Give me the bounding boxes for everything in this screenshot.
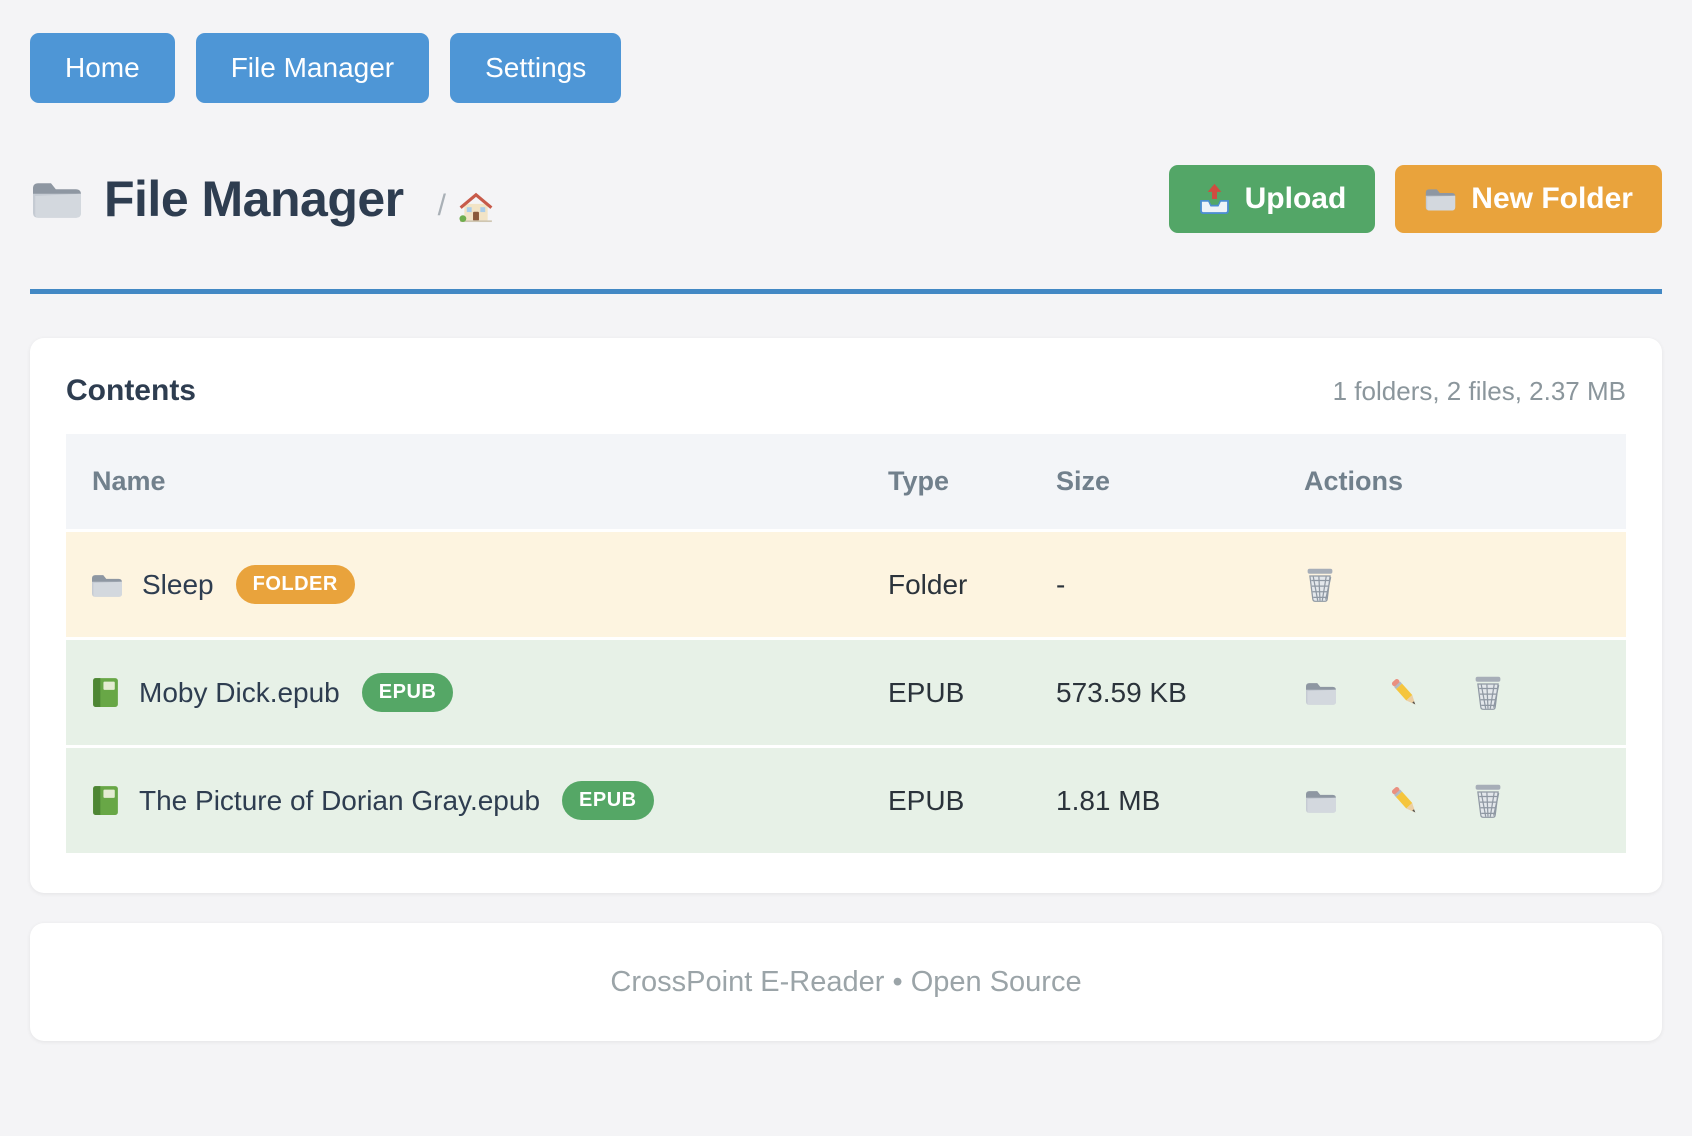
size-cell: 573.59 KB (1056, 637, 1304, 745)
folder-icon (90, 570, 124, 600)
home-icon[interactable] (458, 190, 494, 224)
folder-icon (30, 175, 84, 223)
file-name: Moby Dick.epub (139, 677, 340, 709)
name-cell: The Picture of Dorian Gray.epub EPUB (66, 745, 888, 853)
outbox-tray-icon (1198, 183, 1231, 216)
upload-button-label: Upload (1245, 182, 1347, 216)
folder-icon (1304, 786, 1338, 816)
footer-text: CrossPoint E-Reader • Open Source (610, 966, 1081, 999)
pencil-icon (1388, 784, 1422, 818)
delete-action-button[interactable] (1472, 783, 1504, 819)
contents-card: Contents 1 folders, 2 files, 2.37 MB Nam… (30, 338, 1662, 893)
page-title: File Manager (104, 170, 404, 228)
upload-button[interactable]: Upload (1169, 165, 1376, 233)
book-icon (90, 676, 121, 709)
actions-cell (1304, 529, 1626, 637)
type-cell: Folder (888, 529, 1056, 637)
edit-action-button[interactable] (1388, 784, 1422, 818)
new-folder-button-label: New Folder (1471, 182, 1633, 216)
page-title-group: File Manager / (30, 170, 494, 228)
name-cell: Moby Dick.epub EPUB (66, 637, 888, 745)
title-divider (30, 289, 1662, 294)
actions-cell (1304, 637, 1626, 745)
files-table: Name Type Size Actions Sleep FOLDER Fold… (66, 434, 1626, 853)
table-row: The Picture of Dorian Gray.epub EPUB EPU… (66, 745, 1626, 853)
folder-action-button[interactable] (1304, 678, 1338, 708)
folder-action-button[interactable] (1304, 786, 1338, 816)
file-name: Sleep (142, 569, 214, 601)
contents-card-header: Contents 1 folders, 2 files, 2.37 MB (66, 374, 1626, 408)
contents-title: Contents (66, 374, 196, 408)
top-nav: Home File Manager Settings (0, 0, 1692, 103)
page-header: File Manager / Upload New Folder (30, 165, 1662, 233)
column-header-name: Name (66, 434, 888, 529)
table-row: Sleep FOLDER Folder - (66, 529, 1626, 637)
type-cell: EPUB (888, 637, 1056, 745)
folder-icon (1304, 678, 1338, 708)
column-header-type: Type (888, 434, 1056, 529)
column-header-size: Size (1056, 434, 1304, 529)
nav-button-home[interactable]: Home (30, 33, 175, 103)
type-badge: FOLDER (236, 565, 355, 604)
nav-button-settings[interactable]: Settings (450, 33, 621, 103)
type-badge: EPUB (362, 673, 454, 712)
actions-cell (1304, 745, 1626, 853)
nav-button-file-manager[interactable]: File Manager (196, 33, 429, 103)
size-cell: - (1056, 529, 1304, 637)
delete-action-button[interactable] (1304, 567, 1336, 603)
type-badge: EPUB (562, 781, 654, 820)
header-actions: Upload New Folder (1169, 165, 1662, 233)
name-cell: Sleep FOLDER (66, 529, 888, 637)
edit-action-button[interactable] (1388, 676, 1422, 710)
pencil-icon (1388, 676, 1422, 710)
size-cell: 1.81 MB (1056, 745, 1304, 853)
new-folder-button[interactable]: New Folder (1395, 165, 1662, 233)
type-cell: EPUB (888, 745, 1056, 853)
trash-icon (1304, 567, 1336, 603)
table-header-row: Name Type Size Actions (66, 434, 1626, 529)
folder-icon (1424, 184, 1457, 214)
delete-action-button[interactable] (1472, 675, 1504, 711)
file-name: The Picture of Dorian Gray.epub (139, 785, 540, 817)
column-header-actions: Actions (1304, 434, 1626, 529)
book-icon (90, 784, 121, 817)
contents-summary: 1 folders, 2 files, 2.37 MB (1333, 376, 1626, 407)
footer-card: CrossPoint E-Reader • Open Source (30, 923, 1662, 1041)
table-row: Moby Dick.epub EPUB EPUB 573.59 KB (66, 637, 1626, 745)
trash-icon (1472, 783, 1504, 819)
breadcrumb-separator: / (438, 189, 446, 223)
trash-icon (1472, 675, 1504, 711)
